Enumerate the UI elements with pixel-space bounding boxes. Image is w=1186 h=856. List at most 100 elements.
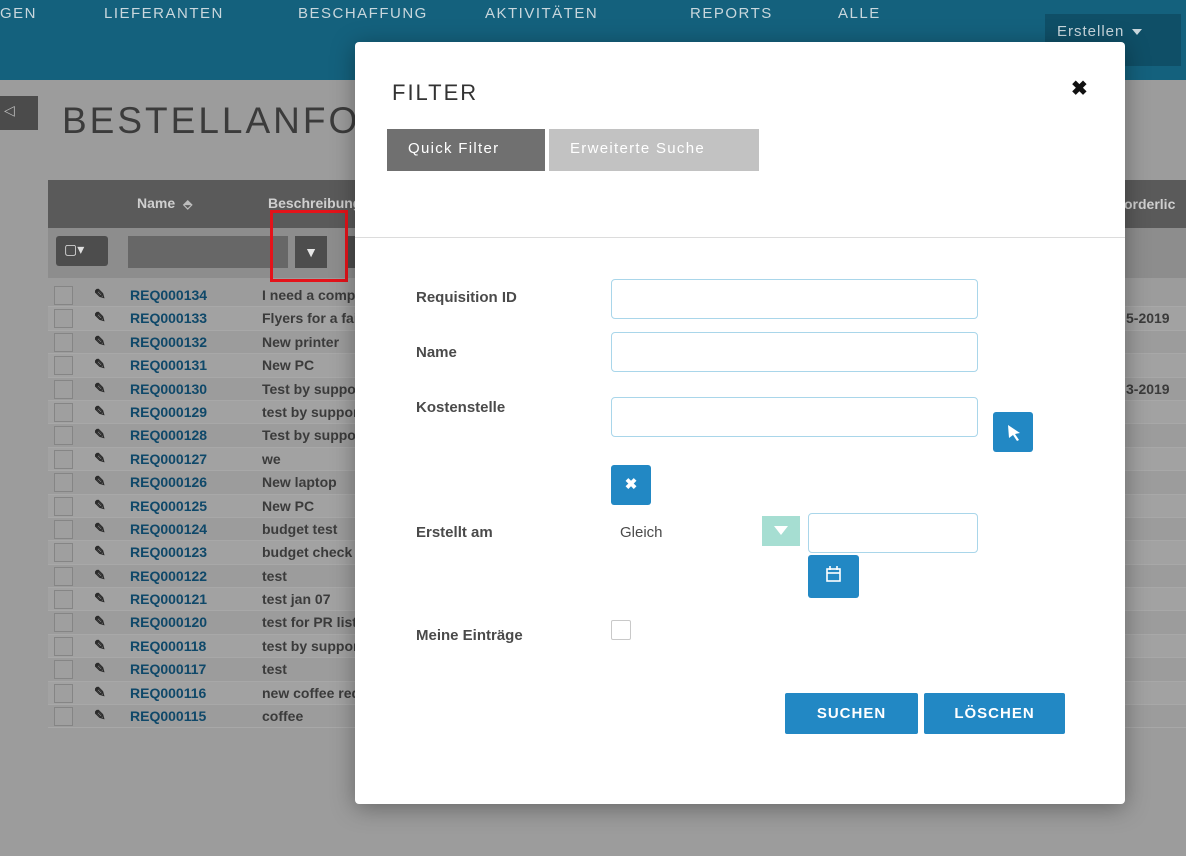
nav-item-gen[interactable]: GEN (0, 5, 37, 22)
edit-pencil-icon[interactable]: ✎ (94, 660, 106, 677)
clear-cost-center-icon[interactable]: ✖ (611, 465, 651, 505)
row-checkbox[interactable] (54, 683, 73, 703)
row-checkbox[interactable] (54, 379, 73, 399)
row-checkbox[interactable] (54, 519, 73, 539)
name-label: Name (416, 344, 457, 361)
created-at-date-input[interactable] (808, 513, 978, 553)
row-checkbox[interactable] (54, 566, 73, 586)
edit-pencil-icon[interactable]: ✎ (94, 403, 106, 420)
row-checkbox[interactable] (54, 660, 73, 680)
row-id-link[interactable]: REQ000127 (130, 451, 207, 467)
row-id-link[interactable]: REQ000126 (130, 474, 207, 490)
caret-down-icon (1132, 29, 1143, 36)
nav-item-all[interactable]: ALLE (838, 5, 881, 22)
row-description: test by support (262, 637, 364, 654)
edit-pencil-icon[interactable]: ✎ (94, 497, 106, 514)
edit-pencil-icon[interactable]: ✎ (94, 309, 106, 326)
my-entries-label: Meine Einträge (416, 627, 523, 644)
edit-pencil-icon[interactable]: ✎ (94, 707, 106, 724)
row-description: New PC (262, 357, 315, 374)
tab-advanced-search[interactable]: Erweiterte Suche (549, 129, 759, 171)
calendar-button[interactable] (808, 555, 859, 598)
row-id-link[interactable]: REQ000130 (130, 381, 207, 397)
row-checkbox[interactable] (54, 496, 73, 516)
row-checkbox[interactable] (54, 707, 73, 727)
edit-pencil-icon[interactable]: ✎ (94, 590, 106, 607)
row-id-link[interactable]: REQ000116 (130, 685, 206, 701)
row-description: New printer (262, 333, 340, 350)
create-button-label: Erstellen (1057, 23, 1125, 40)
select-cost-center-button[interactable] (993, 412, 1033, 452)
clear-button[interactable]: LÖSCHEN (924, 693, 1065, 734)
name-filter-input[interactable] (128, 236, 288, 268)
edit-pencil-icon[interactable]: ✎ (94, 356, 106, 373)
tab-quick-filter[interactable]: Quick Filter (387, 129, 545, 171)
row-id-link[interactable]: REQ000117 (130, 661, 206, 677)
created-at-label: Erstellt am (416, 524, 493, 541)
row-description: test jan 07 (262, 591, 331, 608)
sort-icon[interactable]: ⬘ (183, 197, 192, 211)
edit-pencil-icon[interactable]: ✎ (94, 613, 106, 630)
row-description: we (262, 450, 281, 467)
row-id-link[interactable]: REQ000129 (130, 404, 207, 420)
row-checkbox[interactable] (54, 426, 73, 446)
date-operator-value: Gleich (620, 524, 663, 541)
row-checkbox[interactable] (54, 449, 73, 469)
edit-pencil-icon[interactable]: ✎ (94, 426, 106, 443)
row-id-link[interactable]: REQ000125 (130, 498, 207, 514)
edit-pencil-icon[interactable]: ✎ (94, 684, 106, 701)
row-id-link[interactable]: REQ000122 (130, 568, 207, 584)
edit-pencil-icon[interactable]: ✎ (94, 520, 106, 537)
row-description: Test by support (262, 380, 366, 397)
row-description: Test by support (262, 427, 366, 444)
row-id-link[interactable]: REQ000120 (130, 614, 207, 630)
row-id-link[interactable]: REQ000134 (130, 287, 207, 303)
row-checkbox[interactable] (54, 309, 73, 329)
edit-pencil-icon[interactable]: ✎ (94, 450, 106, 467)
search-button[interactable]: SUCHEN (785, 693, 918, 734)
column-header-description[interactable]: Beschreibung (268, 195, 361, 211)
row-checkbox[interactable] (54, 636, 73, 656)
my-entries-checkbox[interactable] (611, 620, 631, 640)
edit-pencil-icon[interactable]: ✎ (94, 380, 106, 397)
cost-center-input[interactable] (611, 397, 978, 437)
edit-pencil-icon[interactable]: ✎ (94, 567, 106, 584)
row-checkbox[interactable] (54, 332, 73, 352)
select-all-dropdown[interactable]: ▢▾ (56, 236, 108, 266)
row-id-link[interactable]: REQ000121 (130, 591, 207, 607)
row-checkbox[interactable] (54, 590, 73, 610)
edit-pencil-icon[interactable]: ✎ (94, 333, 106, 350)
row-description: Flyers for a fair (262, 310, 364, 327)
row-checkbox[interactable] (54, 543, 73, 563)
nav-item-activities[interactable]: AKTIVITÄTEN (485, 5, 598, 22)
requisition-id-input[interactable] (611, 279, 978, 319)
column-header-name[interactable]: Name ⬘ (137, 195, 192, 211)
edit-pencil-icon[interactable]: ✎ (94, 286, 106, 303)
requisition-id-label: Requisition ID (416, 289, 517, 306)
divider (355, 237, 1125, 238)
row-id-link[interactable]: REQ000133 (130, 310, 207, 326)
row-id-link[interactable]: REQ000115 (130, 708, 206, 724)
row-checkbox[interactable] (54, 286, 73, 305)
row-id-link[interactable]: REQ000123 (130, 544, 207, 560)
row-id-link[interactable]: REQ000118 (130, 638, 206, 654)
modal-title: FILTER (392, 80, 479, 105)
edit-pencil-icon[interactable]: ✎ (94, 637, 106, 654)
row-checkbox[interactable] (54, 613, 73, 633)
row-id-link[interactable]: REQ000128 (130, 427, 207, 443)
row-checkbox[interactable] (54, 473, 73, 493)
edit-pencil-icon[interactable]: ✎ (94, 543, 106, 560)
name-input[interactable] (611, 332, 978, 372)
row-id-link[interactable]: REQ000131 (130, 357, 207, 373)
nav-item-suppliers[interactable]: LIEFERANTEN (104, 5, 224, 22)
collapse-sidebar-icon[interactable]: ◁ (0, 96, 38, 130)
edit-pencil-icon[interactable]: ✎ (94, 473, 106, 490)
row-checkbox[interactable] (54, 402, 73, 422)
row-id-link[interactable]: REQ000124 (130, 521, 207, 537)
row-id-link[interactable]: REQ000132 (130, 334, 207, 350)
row-checkbox[interactable] (54, 356, 73, 376)
nav-item-procurement[interactable]: BESCHAFFUNG (298, 5, 428, 22)
date-operator-dropdown[interactable] (762, 516, 800, 546)
nav-item-reports[interactable]: REPORTS (690, 5, 773, 22)
close-icon[interactable]: ✖ (1071, 76, 1088, 101)
